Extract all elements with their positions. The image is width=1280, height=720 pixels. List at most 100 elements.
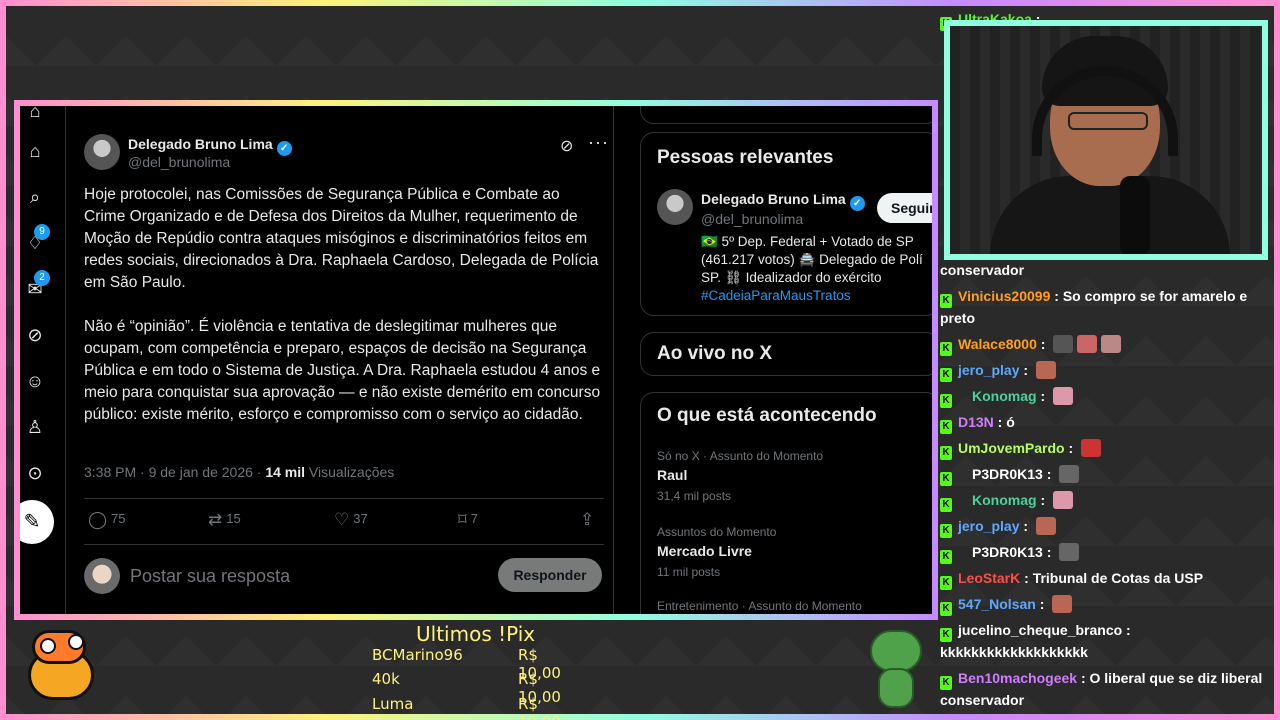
pix-entry: 40k R$ 10,00 [372, 670, 582, 706]
post-meta: 3:38 PM · 9 de jan de 2026 · 14 mil Visu… [84, 464, 394, 480]
current-user-avatar[interactable] [84, 558, 120, 594]
bio-line: (461.217 votos) 🚔 Delegado de Polí [701, 252, 923, 267]
more-icon[interactable]: ⊙ [24, 462, 46, 484]
messages-badge: 2 [34, 270, 50, 286]
repost-action[interactable]: ⇄ 15 [208, 510, 241, 530]
chat-username[interactable]: Ben10machogeek [958, 670, 1077, 686]
trend-meta: Entretenimento · Assunto do Momento [657, 599, 862, 613]
live-card[interactable]: Ao vivo no X [640, 332, 932, 376]
kick-badge-icon: K [940, 342, 952, 356]
heart-icon: ♡ [334, 510, 350, 529]
notifications-badge: 9 [34, 224, 50, 240]
chat-username[interactable]: P3DR0K13 [972, 466, 1043, 482]
post-text: Hoje protocolei, nas Comissões de Segura… [84, 186, 601, 423]
communities-icon[interactable]: ☺ [24, 370, 46, 392]
reply-composer: Postar sua resposta Responder [84, 556, 604, 596]
trend-item[interactable]: Só no X · Assunto do Momento Raul 31,4 m… [657, 449, 927, 503]
pix-title: Ultimos !Pix [416, 622, 536, 646]
chat-text: So compro se for amarelo e [1062, 288, 1248, 304]
chat-message: Kjero_play : [940, 359, 1276, 382]
chat-message: Kjucelino_cheque_branco : [940, 619, 1276, 642]
emote-icon [1101, 335, 1122, 353]
webcam-frame [944, 20, 1268, 260]
chat-text: kkkkkkkkkkkkkkkkkkk [940, 644, 1088, 660]
post-timestamp[interactable]: 3:38 PM · 9 de jan de 2026 · [84, 464, 265, 480]
chat-message: K 547_Nolsan : [940, 593, 1276, 616]
chat-username[interactable]: UmJovemPardo [958, 440, 1065, 456]
chat-text: conservador [940, 262, 1025, 278]
divider [84, 544, 604, 545]
mascot-character [22, 628, 102, 708]
chat-username[interactable]: Walace8000 [958, 336, 1037, 352]
bookmark-action[interactable]: ⌑ 7 [458, 510, 478, 530]
chat-username[interactable]: LeoStarK [958, 570, 1020, 586]
search-icon[interactable]: ⌕ [24, 186, 46, 208]
profile-icon[interactable]: ♙ [24, 416, 46, 438]
compose-post-button[interactable]: ✎ [20, 500, 54, 544]
repost-icon: ⇄ [208, 510, 223, 529]
chat-username[interactable]: jero_play [958, 518, 1019, 534]
chat-message: K Walace8000 : [940, 333, 1276, 356]
chat-username[interactable]: Vinicius20099 [958, 288, 1050, 304]
chat-username[interactable]: P3DR0K13 [972, 544, 1043, 560]
kick-badge-icon: K [940, 420, 952, 434]
chat-message: K LeoStarK : Tribunal de Cotas da USP [940, 567, 1276, 590]
chat-username[interactable]: D13N [958, 414, 994, 430]
share-action[interactable]: ⇪ [580, 510, 598, 530]
reply-button[interactable]: Responder [498, 558, 602, 592]
chat-username[interactable]: jero_play [958, 362, 1019, 378]
follow-button[interactable]: Seguir [877, 193, 932, 223]
author-handle[interactable]: @del_brunolima [128, 154, 230, 170]
kick-badge-icon: K [940, 550, 952, 564]
divider [84, 498, 604, 499]
chat-message: K Vinicius20099 : So compro se for amarel… [940, 285, 1276, 308]
emote-icon [1059, 465, 1080, 483]
kick-badge-icon: K [940, 602, 952, 616]
chat-message: preto [940, 307, 1276, 329]
chat-username[interactable]: jucelino_cheque_branco [958, 622, 1122, 638]
kick-badge-icon: K [940, 472, 952, 486]
grok-explain-icon[interactable]: ⊘ [560, 136, 573, 156]
trend-name: Raul [657, 467, 688, 483]
x-logo-icon[interactable]: ⌂ [24, 106, 46, 122]
reply-action[interactable]: ◯ 75 [88, 510, 126, 530]
chat-username[interactable]: Konomag [972, 492, 1037, 508]
chat-username[interactable]: Konomag [972, 388, 1037, 404]
kick-badge-icon: K [940, 368, 952, 382]
trend-item[interactable]: Entretenimento · Assunto do Momento [657, 599, 927, 613]
like-action[interactable]: ♡ 37 [334, 510, 368, 530]
kick-badge-icon: K [940, 394, 952, 408]
chat-message: kkkkkkkkkkkkkkkkkkk [940, 641, 1276, 663]
pix-entry: BCMarino96 R$ 10,00 [372, 646, 582, 682]
repost-count: 15 [226, 511, 241, 526]
person-avatar[interactable] [657, 189, 693, 225]
trend-item[interactable]: Assuntos do Momento Mercado Livre 11 mil… [657, 525, 927, 579]
author-avatar[interactable] [84, 134, 120, 170]
home-icon[interactable]: ⌂ [24, 140, 46, 162]
search-card [640, 106, 932, 124]
glasses [1068, 112, 1148, 130]
bio-line: 🇧🇷 5º Dep. Federal + Votado de SP [701, 234, 914, 249]
bio-hashtag-link[interactable]: #CadeiaParaMausTratos [701, 287, 932, 305]
emote-icon [1053, 491, 1074, 509]
pepe-body [878, 668, 914, 708]
kick-badge-icon: K [940, 628, 952, 642]
emote-icon [1035, 361, 1056, 379]
person-bio: 🇧🇷 5º Dep. Federal + Votado de SP (461.2… [701, 233, 932, 305]
emote-icon [1081, 439, 1102, 457]
post-detail: Delegado Bruno Lima ✓ @del_brunolima ⊘ ··… [66, 106, 614, 614]
reply-input[interactable]: Postar sua resposta [130, 566, 290, 587]
more-options-icon[interactable]: ··· [588, 132, 609, 153]
chat-text: ó [1006, 414, 1015, 430]
trend-meta: Assuntos do Momento [657, 525, 777, 539]
person-name[interactable]: Delegado Bruno Lima ✓ [701, 191, 865, 211]
bookmark-icon: ⌑ [458, 510, 467, 529]
author-name[interactable]: Delegado Bruno Lima ✓ [128, 136, 292, 156]
grok-icon[interactable]: ⊘ [24, 324, 46, 346]
chat-username[interactable]: 547_Nolsan [958, 596, 1036, 612]
kick-badge-icon: K [940, 446, 952, 460]
bio-line: SP. ⛓ Idealizador do exército [701, 270, 882, 285]
person-handle[interactable]: @del_brunolima [701, 211, 803, 227]
streamer-body [990, 176, 1230, 254]
chat-text: preto [940, 310, 975, 326]
